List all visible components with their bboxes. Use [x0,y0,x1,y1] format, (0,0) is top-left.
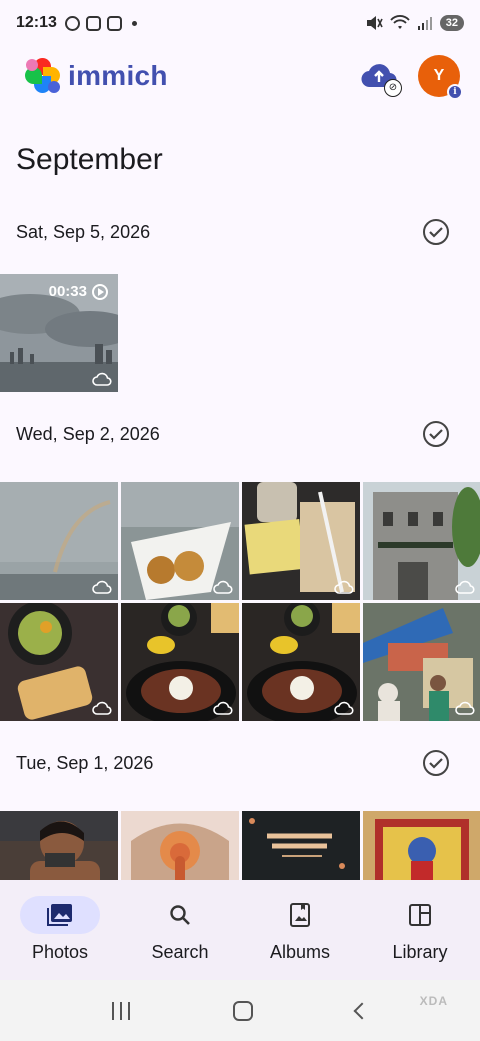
day-date: Sat, Sep 5, 2026 [16,221,151,242]
selfie-image [0,811,118,880]
video-thumbnail[interactable]: 00:33 [0,274,118,392]
nav-photos-indicator [20,896,100,934]
photo-thumbnail[interactable] [242,482,360,600]
month-heading: September [16,143,163,176]
notification-dot-icon [131,20,137,26]
framed-painting-image [363,811,480,880]
photo-thumbnail[interactable] [363,811,480,880]
search-icon [170,905,190,925]
photo-thumbnail[interactable] [121,603,239,721]
nav-search-indicator [140,896,220,934]
wifi-icon [390,15,410,29]
day-header: Sat, Sep 5, 2026 [16,214,464,250]
cloud-icon [334,701,354,715]
photos-icon [47,904,72,926]
photo-thumbnail[interactable] [363,482,480,600]
cloud-off-icon: ⊘ [384,79,402,97]
nav-library-indicator [380,896,460,934]
nav-photos-label: Photos [31,942,89,962]
home-icon[interactable] [232,1000,253,1021]
photo-grid [0,482,480,721]
nav-albums-indicator [260,896,340,934]
status-bar: 12:13 32 [0,0,480,46]
system-navigation: XDA [0,980,480,1041]
cloud-icon [92,580,112,594]
instagram-icon [106,15,122,31]
whatsapp-icon [64,15,80,31]
cloud-icon [455,701,475,715]
photo-grid: 00:33 [0,274,480,392]
user-avatar[interactable]: Y i [418,55,463,100]
day-date: Tue, Sep 1, 2026 [16,752,154,773]
nav-library-label: Library [392,942,448,962]
nav-library[interactable]: Library [360,880,480,980]
cloud-icon [92,372,112,386]
photo-thumbnail[interactable] [0,482,118,600]
calendar-icon [85,15,101,31]
photo-thumbnail[interactable] [363,603,480,721]
day-header: Wed, Sep 2, 2026 [16,416,464,452]
library-icon [409,904,431,926]
neon-sign-image [242,811,360,880]
status-right: 32 [365,15,464,31]
day-header: Tue, Sep 1, 2026 [16,745,464,781]
app-bar: immich ⊘ Y i [0,46,480,106]
status-time: 12:13 [16,14,57,31]
photo-thumbnail[interactable] [0,603,118,721]
select-day-check-icon[interactable] [422,749,450,777]
avatar-initial: Y [433,67,445,84]
cloud-icon [455,580,475,594]
photo-grid [0,811,480,880]
nav-albums-label: Albums [269,942,331,962]
app-title: immich [68,60,168,91]
cloud-icon [213,580,233,594]
day-date: Wed, Sep 2, 2026 [16,423,160,444]
video-duration: 00:33 [49,283,108,300]
nav-photos[interactable]: Photos [0,880,120,980]
select-day-check-icon[interactable] [422,420,450,448]
photo-thumbnail[interactable] [0,811,118,880]
photo-thumbnail[interactable] [242,603,360,721]
info-badge-icon: i [447,84,463,100]
cloud-icon [334,580,354,594]
cloud-icon [92,701,112,715]
signal-icon [417,17,432,30]
back-icon[interactable] [353,1002,371,1019]
bottom-navigation: Photos Search Albums Library [0,880,480,980]
duration-text: 00:33 [48,283,87,300]
photo-thumbnail[interactable] [121,482,239,600]
select-day-check-icon[interactable] [422,218,450,246]
nav-search-label: Search [151,942,209,962]
photo-thumbnail[interactable] [121,811,239,880]
cloud-icon [213,701,233,715]
nav-search[interactable]: Search [120,880,240,980]
photo-thumbnail[interactable] [242,811,360,880]
battery-indicator: 32 [439,15,464,31]
recent-apps-icon[interactable] [111,1001,130,1020]
nav-albums[interactable]: Albums [240,880,360,980]
albums-icon [290,903,310,927]
ganesha-art-image [121,811,239,880]
watermark: XDA [419,994,448,1008]
play-icon [92,283,108,300]
mute-icon [366,16,383,30]
backup-cloud-button[interactable]: ⊘ [360,61,402,97]
immich-logo-icon [24,57,62,95]
